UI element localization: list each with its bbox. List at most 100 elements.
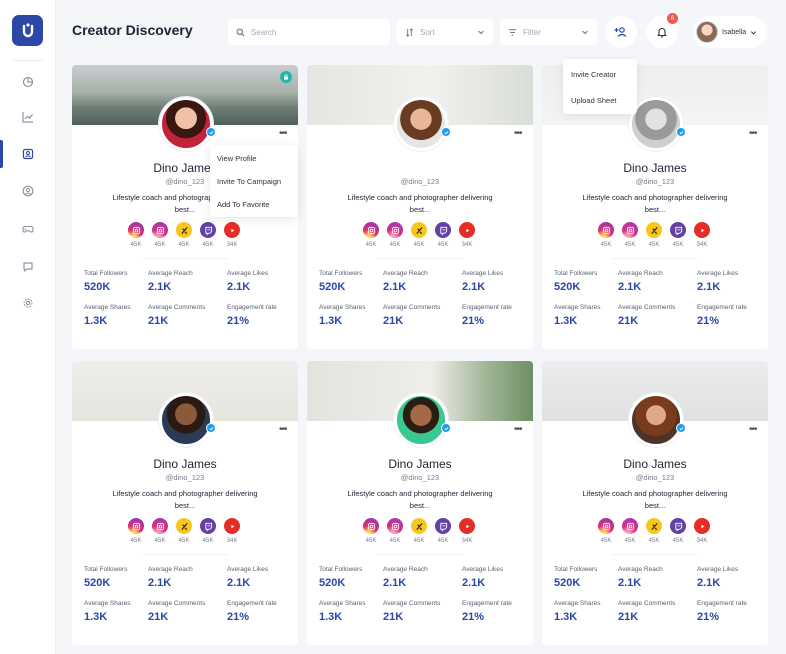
creator-avatar[interactable] xyxy=(159,393,213,447)
creator-avatar[interactable] xyxy=(394,393,448,447)
social-stat[interactable]: 45K xyxy=(200,518,216,544)
social-stat[interactable]: 34K xyxy=(694,222,710,248)
social-stat[interactable]: 45K xyxy=(598,518,614,544)
stat-label: Total Followers xyxy=(319,566,363,573)
social-follower-count: 34K xyxy=(226,538,238,544)
creator-avatar[interactable] xyxy=(394,97,448,151)
stat-label: Total Followers xyxy=(319,270,363,277)
social-follower-count: 45K xyxy=(130,538,142,544)
more-options-icon[interactable]: ••• xyxy=(279,424,287,435)
stat-label: Average Reach xyxy=(618,270,663,277)
social-stat[interactable]: 45K xyxy=(128,222,144,248)
sidebar-item-overview[interactable] xyxy=(0,68,56,96)
creator-avatar[interactable] xyxy=(159,97,213,151)
social-stat[interactable]: 45K xyxy=(152,222,168,248)
social-stat[interactable]: 45K xyxy=(670,518,686,544)
twitch-icon xyxy=(435,222,451,238)
stat-block: Average Likes 2.1K xyxy=(462,270,503,293)
creator-avatar[interactable] xyxy=(629,393,683,447)
social-stat[interactable]: 45K xyxy=(622,518,638,544)
more-options-icon[interactable]: ••• xyxy=(749,128,757,139)
more-options-icon[interactable]: ••• xyxy=(279,128,287,139)
sidebar-item-profile[interactable] xyxy=(0,177,56,205)
social-stat[interactable]: 45K xyxy=(622,222,638,248)
stat-block: Average Comments 21K xyxy=(618,600,675,623)
stat-block: Average Comments 21K xyxy=(148,304,205,327)
social-stat[interactable]: 45K xyxy=(435,518,451,544)
sidebar-item-games[interactable] xyxy=(0,215,56,243)
sidebar-item-messages[interactable] xyxy=(0,253,56,281)
stat-block: Average Likes 2.1K xyxy=(697,270,738,293)
social-stat[interactable]: 45K xyxy=(670,222,686,248)
social-stat[interactable]: 34K xyxy=(459,518,475,544)
social-stat[interactable]: 45K xyxy=(363,518,379,544)
stat-value: 2.1K xyxy=(697,577,721,589)
social-stat[interactable]: 45K xyxy=(128,518,144,544)
creator-card[interactable]: ••• Dino James @dino_123 Lifestyle coach an… xyxy=(307,361,533,645)
social-stat[interactable]: 45K xyxy=(152,518,168,544)
stat-value: 1.3K xyxy=(554,611,578,623)
user-add-icon xyxy=(614,27,627,37)
lock-icon[interactable] xyxy=(280,71,292,83)
creator-card[interactable]: ••• Dino James @dino_123 Lifestyle coach an… xyxy=(72,361,298,645)
menu-item-invite-to-campaign[interactable]: Invite To Campaign xyxy=(217,177,281,186)
social-stat[interactable]: 45K xyxy=(435,222,451,248)
social-stat[interactable]: 34K xyxy=(224,222,240,248)
social-stat[interactable]: 34K xyxy=(694,518,710,544)
twitch-icon xyxy=(200,222,216,238)
user-menu[interactable]: Isabella xyxy=(693,16,767,48)
social-stat[interactable]: 45K xyxy=(646,518,662,544)
social-platforms: 45K 45K 45K 45K 34K xyxy=(363,222,475,248)
sidebar-item-analytics[interactable] xyxy=(0,103,56,131)
stat-label: Average Shares xyxy=(554,304,601,311)
instagram-icon xyxy=(128,518,144,534)
chevron-down-icon xyxy=(478,30,484,35)
stat-block: Average Comments 21K xyxy=(383,600,440,623)
more-options-icon[interactable]: ••• xyxy=(514,128,522,139)
stat-label: Average Shares xyxy=(84,304,131,311)
menu-item-invite-creator[interactable]: Invite Creator xyxy=(571,70,616,79)
social-stat[interactable]: 45K xyxy=(387,518,403,544)
social-stat[interactable]: 45K xyxy=(598,222,614,248)
sort-dropdown[interactable]: Sort xyxy=(397,19,493,45)
social-follower-count: 45K xyxy=(437,538,449,544)
social-stat[interactable]: 45K xyxy=(176,222,192,248)
social-follower-count: 45K xyxy=(130,242,142,248)
creator-card[interactable]: ••• @dino_123 Lifestyle coach and photogra… xyxy=(307,65,533,349)
filter-dropdown[interactable]: Filter xyxy=(500,19,597,45)
social-stat[interactable]: 45K xyxy=(411,518,427,544)
creator-card[interactable]: ••• Dino James @dino_123 Lifestyle coach an… xyxy=(542,361,768,645)
more-options-icon[interactable]: ••• xyxy=(514,424,522,435)
add-creator-button[interactable] xyxy=(605,16,637,48)
creator-bio: Lifestyle coach and photographer deliver… xyxy=(347,489,493,510)
social-follower-count: 34K xyxy=(696,538,708,544)
creator-card-menu: View Profile Invite To Campaign Add To F… xyxy=(210,145,298,217)
filter-icon xyxy=(508,28,517,36)
social-stat[interactable]: 34K xyxy=(224,518,240,544)
user-circle-icon xyxy=(22,185,34,197)
social-stat[interactable]: 45K xyxy=(387,222,403,248)
more-options-icon[interactable]: ••• xyxy=(749,424,757,435)
menu-item-view-profile[interactable]: View Profile xyxy=(217,154,256,163)
creator-avatar[interactable] xyxy=(629,97,683,151)
social-follower-count: 45K xyxy=(600,538,612,544)
menu-item-add-to-favorite[interactable]: Add To Favorite xyxy=(217,200,269,209)
sidebar-item-creators[interactable] xyxy=(0,140,56,168)
search-box[interactable] xyxy=(228,19,390,45)
app-logo-icon xyxy=(22,22,33,37)
page-title: Creator Discovery xyxy=(72,22,193,38)
stat-value: 1.3K xyxy=(84,315,108,327)
creator-handle: @dino_123 xyxy=(400,473,440,482)
search-input[interactable] xyxy=(251,27,371,37)
creator-bio: Lifestyle coach and photographer deliver… xyxy=(582,489,728,510)
social-stat[interactable]: 45K xyxy=(646,222,662,248)
social-stat[interactable]: 45K xyxy=(363,222,379,248)
social-stat[interactable]: 45K xyxy=(200,222,216,248)
stat-block: Total Followers 520K xyxy=(554,566,597,589)
social-stat[interactable]: 34K xyxy=(459,222,475,248)
sidebar-item-settings[interactable] xyxy=(0,289,56,317)
social-stat[interactable]: 45K xyxy=(411,222,427,248)
social-stat[interactable]: 45K xyxy=(176,518,192,544)
menu-item-upload-sheet[interactable]: Upload Sheet xyxy=(571,96,616,105)
logo[interactable] xyxy=(12,15,43,46)
